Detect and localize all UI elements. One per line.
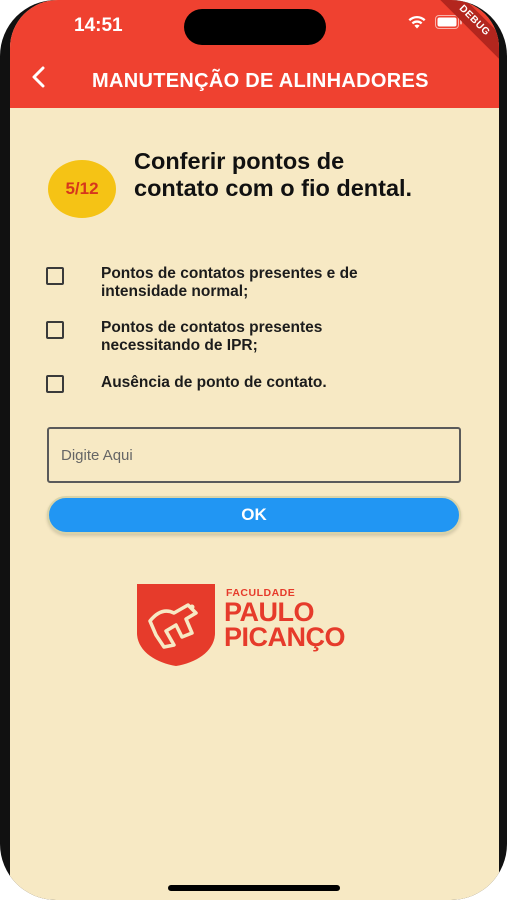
option-row[interactable]: Ausência de ponto de contato. (46, 373, 421, 393)
chevron-left-icon (32, 66, 45, 88)
faculdade-logo: FACULDADE PAULO PICANÇO (136, 583, 376, 667)
checkbox[interactable] (46, 375, 64, 393)
phone-frame: 14:51 DEBUG MANUTENÇÃO DE ALINHADORES 5/… (0, 0, 507, 900)
option-row[interactable]: Pontos de contatos presentes necessitand… (46, 319, 421, 355)
option-row[interactable]: Pontos de contatos presentes e de intens… (46, 265, 421, 301)
page-title: MANUTENÇÃO DE ALINHADORES (92, 70, 429, 92)
question-text: Conferir pontos de contato com o fio den… (134, 148, 413, 201)
logo-shield-icon (137, 584, 215, 666)
answer-input[interactable] (47, 427, 461, 483)
checkbox[interactable] (46, 321, 64, 339)
option-label: Ausência de ponto de contato. (101, 374, 327, 391)
progress-badge: 5/12 (48, 160, 116, 218)
ok-button[interactable]: OK (47, 496, 461, 534)
status-time: 14:51 (74, 15, 123, 36)
dynamic-island (184, 9, 326, 45)
app-header: 14:51 DEBUG MANUTENÇÃO DE ALINHADORES (10, 0, 499, 108)
home-indicator (168, 885, 340, 891)
option-label: Pontos de contatos presentes e de intens… (101, 265, 358, 300)
checkbox[interactable] (46, 267, 64, 285)
back-button[interactable] (24, 62, 54, 92)
status-icons (407, 14, 463, 30)
option-label: Pontos de contatos presentes necessitand… (101, 319, 323, 354)
app-screen: 14:51 DEBUG MANUTENÇÃO DE ALINHADORES 5/… (10, 0, 499, 900)
debug-banner: DEBUG (428, 0, 499, 67)
logo-line-2: PICANÇO (224, 622, 346, 652)
wifi-icon (408, 15, 426, 29)
